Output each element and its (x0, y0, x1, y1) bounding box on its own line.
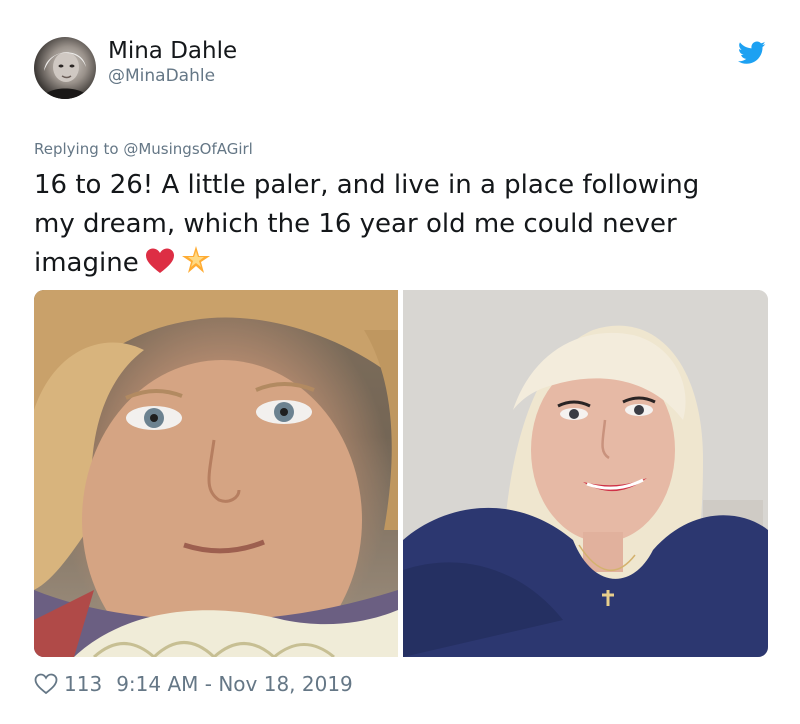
tweet-card: Mina Dahle @MinaDahle Replying to @Musin… (0, 0, 800, 724)
twitter-bird-icon[interactable] (738, 41, 766, 65)
display-name[interactable]: Mina Dahle (108, 38, 237, 64)
selfie-age-26-icon (403, 290, 768, 657)
like-heart-icon[interactable] (34, 673, 58, 695)
tweet-footer: 113 9:14 AM - Nov 18, 2019 (34, 672, 353, 696)
tweet-text-word: imagine (34, 248, 139, 278)
tweet-timestamp[interactable]: 9:14 AM - Nov 18, 2019 (116, 672, 353, 696)
avatar-photo-icon (42, 52, 90, 99)
tweet-text-line: 16 to 26! A little paler, and live in a … (34, 170, 700, 200)
avatar[interactable] (34, 37, 96, 99)
media-photo-right[interactable] (403, 290, 768, 657)
glowing-star-emoji-icon (181, 246, 210, 273)
reply-prefix: Replying to (34, 140, 119, 158)
tweet-text-line-last: imagine (34, 244, 774, 283)
selfie-age-16-icon (34, 290, 398, 657)
reply-context: Replying to @MusingsOfAGirl (34, 140, 253, 158)
like-count: 113 (64, 672, 103, 696)
tweet-text: 16 to 26! A little paler, and live in a … (34, 166, 774, 283)
reply-mention-link[interactable]: @MusingsOfAGirl (123, 140, 253, 158)
media-photo-left[interactable] (34, 290, 398, 657)
red-heart-emoji-icon (145, 248, 174, 273)
user-handle[interactable]: @MinaDahle (108, 66, 215, 86)
tweet-text-line: my dream, which the 16 year old me could… (34, 209, 677, 239)
